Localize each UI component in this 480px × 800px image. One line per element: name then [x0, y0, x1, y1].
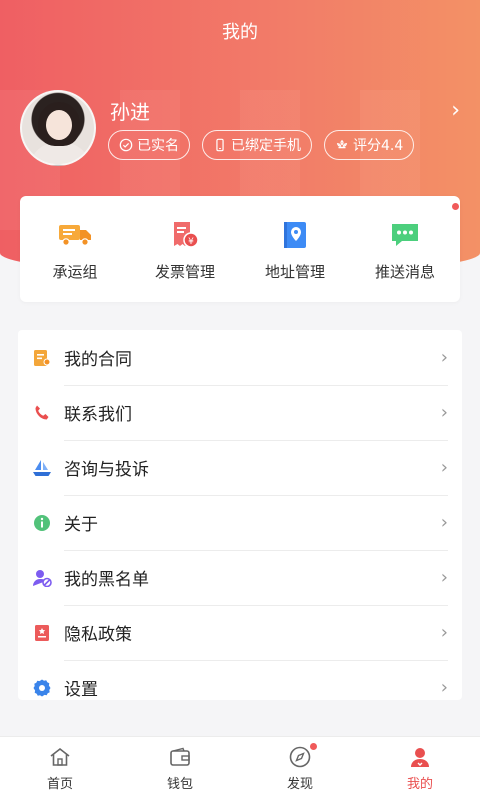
page-title: 我的	[222, 22, 258, 43]
user-badges: 已实名 已绑定手机 评分4.4	[108, 130, 415, 160]
menu-item-contracts[interactable]: 我的合同 ›	[18, 330, 462, 385]
quick-action-label: 地址管理	[264, 262, 325, 281]
flower-icon	[336, 139, 348, 149]
check-circle-icon	[119, 138, 133, 152]
menu-item-label: 联系我们	[64, 405, 132, 425]
quick-action-push-messages[interactable]: 推送消息	[355, 202, 459, 282]
chevron-right-icon: ›	[440, 677, 448, 698]
chevron-right-icon: ›	[440, 347, 448, 368]
quick-action-label: 发票管理	[154, 262, 215, 281]
avatar[interactable]	[20, 90, 96, 166]
menu-list: 我的合同 › 联系我们 › 咨询与投诉 › 关于 › 我的黑名单 › 隐私政策 …	[18, 330, 462, 700]
tab-mine[interactable]: 我的	[360, 737, 480, 800]
menu-item-blacklist[interactable]: 我的黑名单 ›	[18, 550, 462, 605]
menu-item-about[interactable]: 关于 ›	[18, 495, 462, 550]
gear-icon	[32, 678, 52, 698]
notification-dot	[452, 202, 459, 210]
tab-discover[interactable]: 发现	[240, 737, 360, 800]
badge-verified: 已实名	[108, 130, 190, 160]
user-name: 孙进	[110, 100, 150, 124]
chevron-right-icon: ›	[440, 567, 448, 588]
tab-wallet[interactable]: 钱包	[120, 737, 240, 800]
menu-item-label: 关于	[64, 515, 98, 535]
invoice-icon: ¥	[167, 217, 203, 253]
info-icon	[32, 513, 52, 533]
quick-actions-card: 承运组 ¥ 发票管理 地址管理 推送消息	[20, 196, 460, 302]
badge-label: 已实名	[137, 138, 179, 154]
tab-label: 我的	[406, 777, 433, 792]
location-book-icon	[277, 217, 313, 253]
menu-item-privacy-policy[interactable]: 隐私政策 ›	[18, 605, 462, 660]
contract-icon	[32, 348, 52, 368]
message-icon	[387, 217, 423, 253]
menu-item-contact-us[interactable]: 联系我们 ›	[18, 385, 462, 440]
quick-action-label: 承运组	[52, 262, 98, 281]
badge-label: 评分4.4	[353, 138, 404, 154]
quick-action-address[interactable]: 地址管理	[245, 217, 345, 282]
bottom-tab-bar: 首页 钱包 发现 我的	[0, 736, 480, 800]
menu-item-settings[interactable]: 设置 ›	[18, 660, 462, 700]
menu-item-label: 隐私政策	[64, 625, 132, 645]
compass-icon	[288, 745, 312, 769]
privacy-icon	[32, 623, 52, 643]
truck-icon	[57, 217, 93, 253]
quick-action-label: 推送消息	[374, 262, 435, 281]
notification-dot	[310, 743, 317, 750]
user-icon	[408, 745, 432, 769]
user-block-icon	[32, 568, 52, 588]
tab-home[interactable]: 首页	[0, 737, 120, 800]
boat-icon	[32, 458, 52, 478]
avatar-face	[46, 110, 72, 140]
phone-icon	[216, 138, 224, 152]
svg-text:¥: ¥	[188, 237, 194, 247]
menu-item-label: 我的黑名单	[64, 570, 149, 590]
quick-action-carrier-group[interactable]: 承运组	[25, 217, 125, 282]
quick-action-invoice[interactable]: ¥ 发票管理	[135, 217, 235, 282]
badge-rating: 评分4.4	[324, 130, 415, 160]
badge-label: 已绑定手机	[231, 138, 301, 154]
menu-item-label: 咨询与投诉	[64, 460, 149, 480]
menu-item-label: 设置	[64, 680, 98, 700]
menu-item-inquiry-complaint[interactable]: 咨询与投诉 ›	[18, 440, 462, 495]
home-icon	[48, 745, 72, 769]
chevron-right-icon: ›	[440, 512, 448, 533]
phone-call-icon	[32, 403, 52, 423]
badge-phone: 已绑定手机	[202, 130, 312, 160]
tab-label: 发现	[286, 777, 313, 792]
wallet-icon	[168, 745, 192, 769]
chevron-right-icon: ›	[440, 457, 448, 478]
menu-item-label: 我的合同	[64, 350, 132, 370]
tab-label: 首页	[46, 777, 73, 792]
chevron-right-icon[interactable]: ›	[451, 98, 460, 123]
chevron-right-icon: ›	[440, 402, 448, 423]
tab-label: 钱包	[166, 777, 193, 792]
chevron-right-icon: ›	[440, 622, 448, 643]
